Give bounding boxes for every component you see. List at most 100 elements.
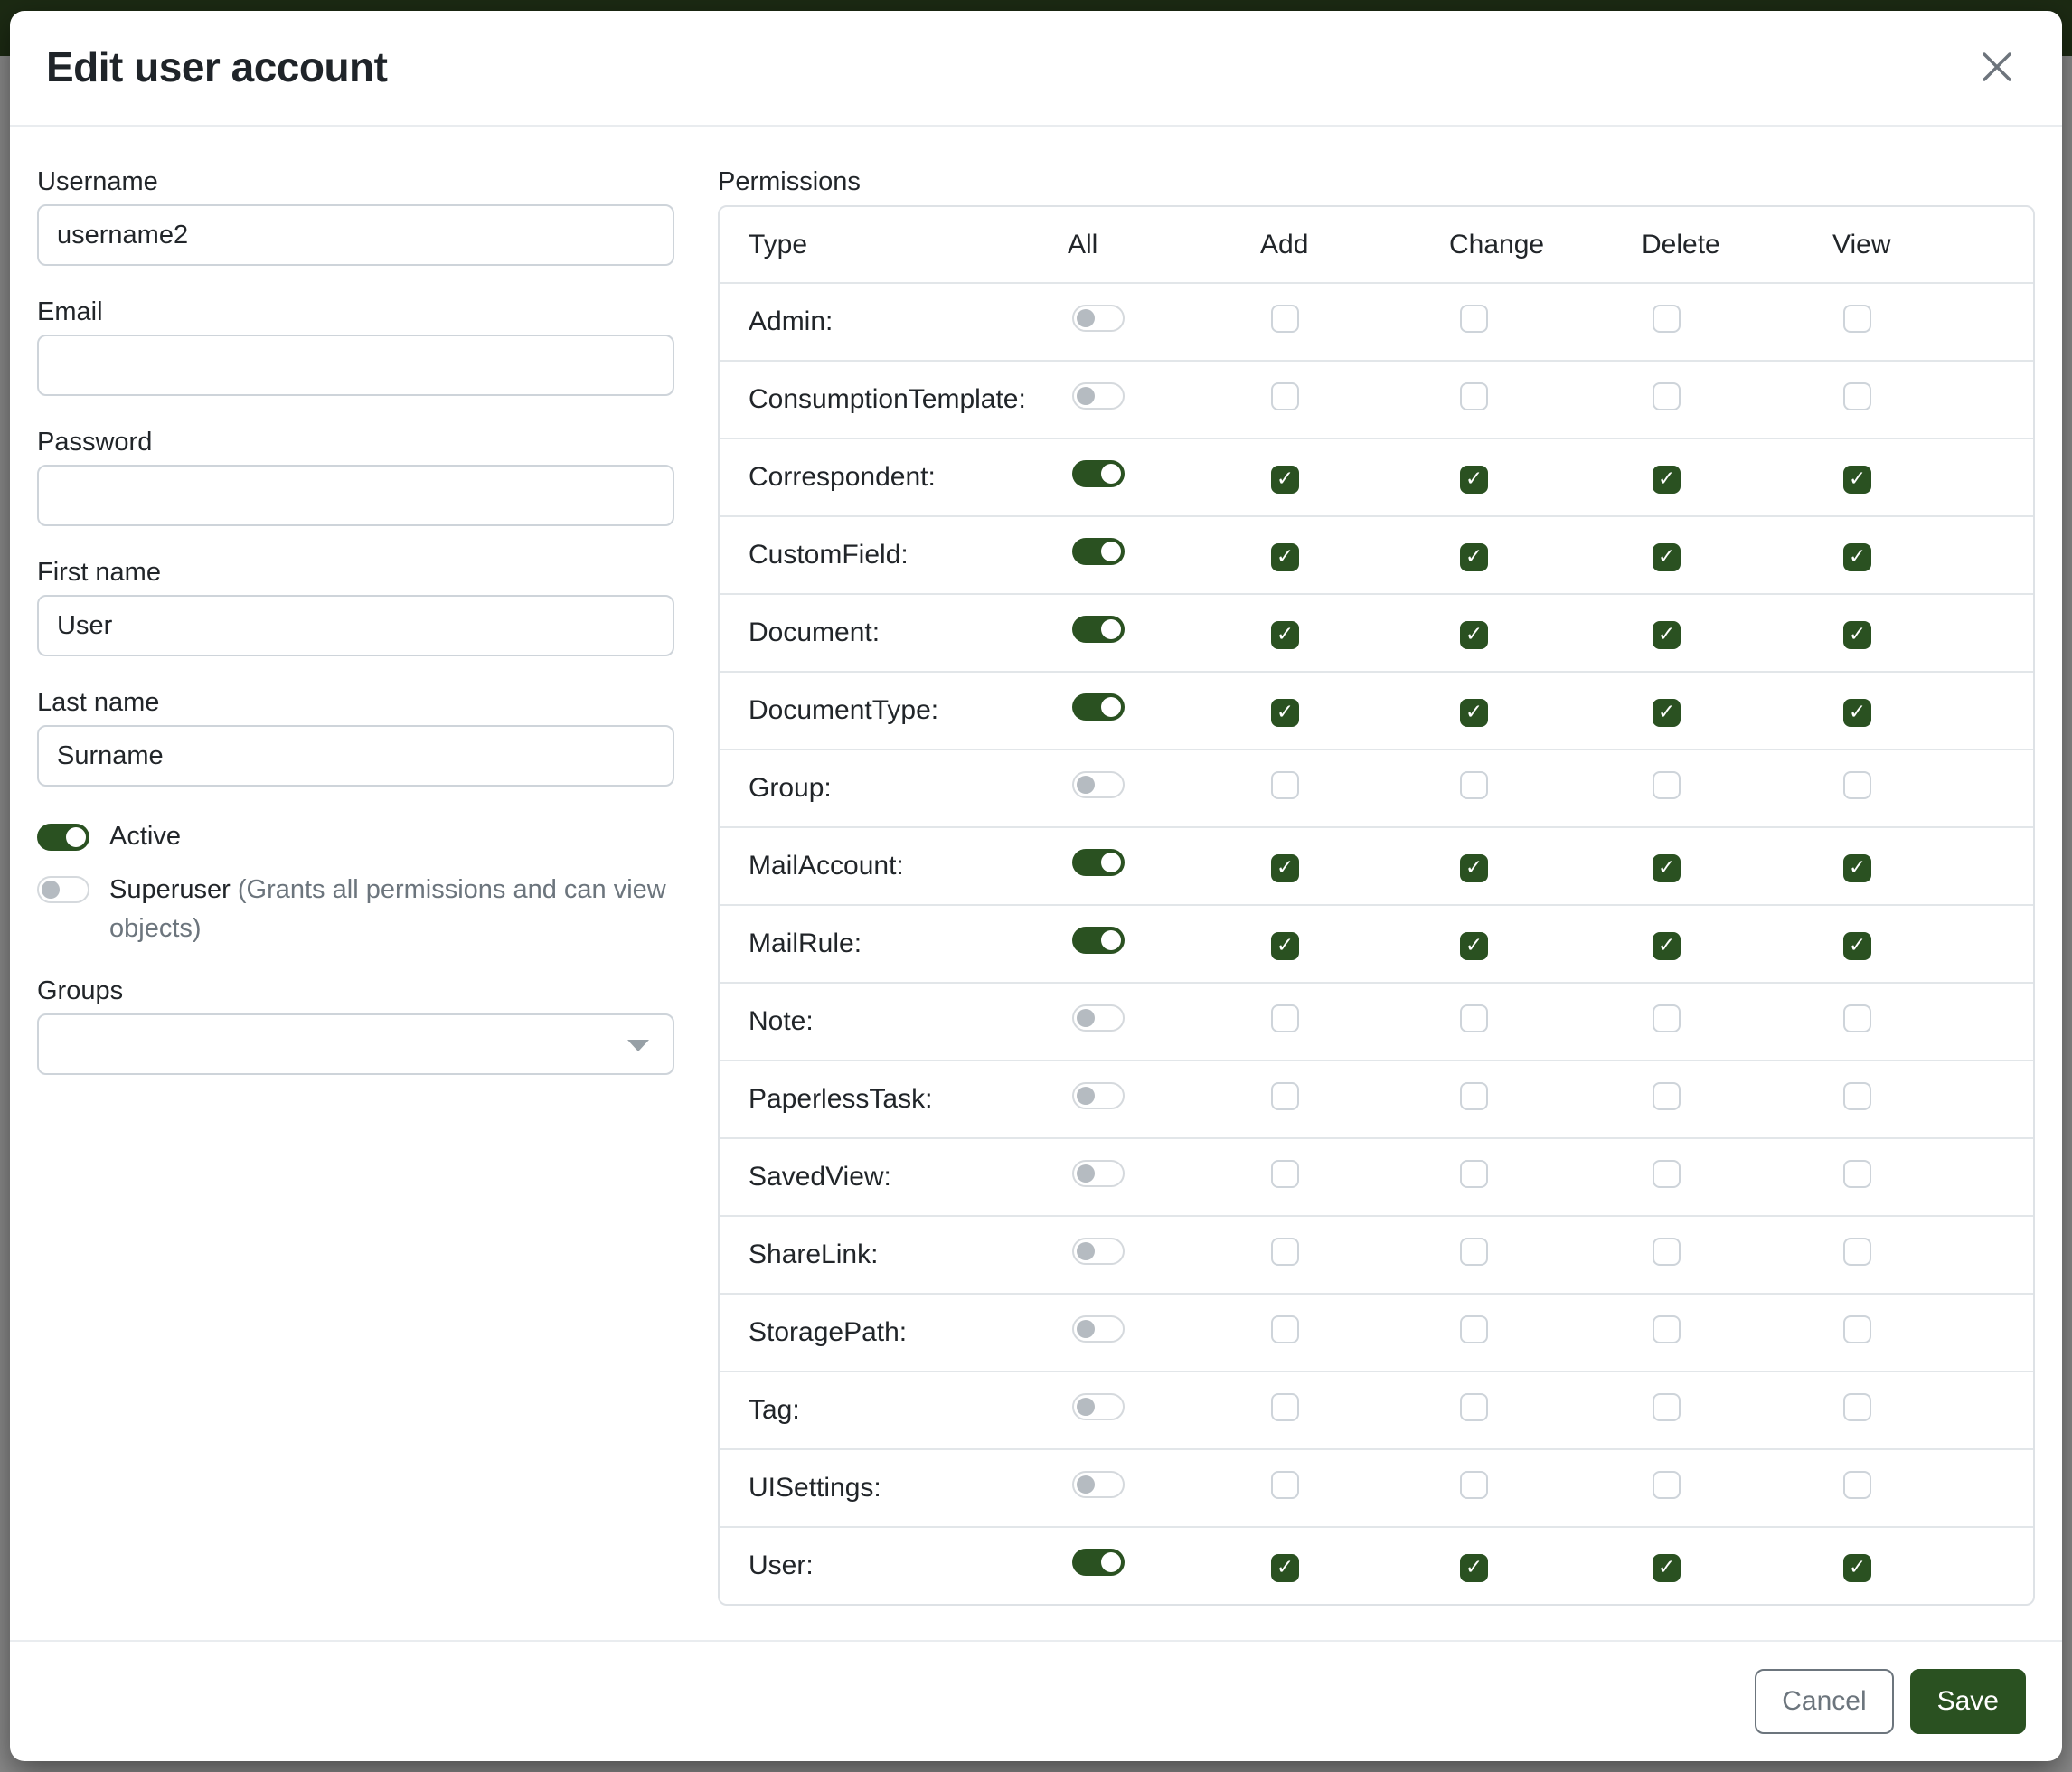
permission-delete-checkbox[interactable] — [1653, 466, 1681, 494]
permission-all-toggle[interactable] — [1072, 382, 1125, 410]
permission-delete-checkbox[interactable] — [1653, 1393, 1681, 1421]
permission-delete-checkbox[interactable] — [1653, 699, 1681, 727]
permission-view-checkbox[interactable] — [1843, 1315, 1871, 1343]
permission-all-toggle[interactable] — [1072, 1238, 1125, 1265]
permission-change-checkbox[interactable] — [1460, 1554, 1488, 1582]
permission-add-checkbox[interactable] — [1271, 932, 1299, 960]
permission-change-checkbox[interactable] — [1460, 1315, 1488, 1343]
permission-delete-checkbox[interactable] — [1653, 1471, 1681, 1499]
permission-delete-checkbox[interactable] — [1653, 1554, 1681, 1582]
permission-add-checkbox[interactable] — [1271, 466, 1299, 494]
permission-delete-checkbox[interactable] — [1653, 1004, 1681, 1032]
permission-add-checkbox[interactable] — [1271, 382, 1299, 410]
active-toggle[interactable] — [37, 824, 89, 851]
permission-all-toggle[interactable] — [1072, 538, 1125, 565]
permission-delete-checkbox[interactable] — [1653, 305, 1681, 333]
groups-select[interactable] — [37, 1013, 674, 1075]
email-field[interactable] — [37, 335, 674, 396]
permission-add-checkbox[interactable] — [1271, 1082, 1299, 1110]
permission-change-checkbox[interactable] — [1460, 932, 1488, 960]
permission-add-checkbox[interactable] — [1271, 305, 1299, 333]
permission-delete-checkbox[interactable] — [1653, 1082, 1681, 1110]
permission-add-checkbox[interactable] — [1271, 1471, 1299, 1499]
permission-all-toggle[interactable] — [1072, 1549, 1125, 1576]
permission-add-checkbox[interactable] — [1271, 854, 1299, 882]
permission-view-checkbox[interactable] — [1843, 699, 1871, 727]
permission-view-checkbox[interactable] — [1843, 1082, 1871, 1110]
permission-all-toggle[interactable] — [1072, 616, 1125, 643]
permission-add-checkbox[interactable] — [1271, 1238, 1299, 1266]
permission-all-toggle[interactable] — [1072, 305, 1125, 332]
permission-change-checkbox[interactable] — [1460, 1471, 1488, 1499]
permission-delete-checkbox[interactable] — [1653, 1315, 1681, 1343]
permission-view-checkbox[interactable] — [1843, 1393, 1871, 1421]
permission-view-checkbox[interactable] — [1843, 382, 1871, 410]
superuser-toggle[interactable] — [37, 876, 89, 903]
permission-add-checkbox[interactable] — [1271, 1554, 1299, 1582]
permission-view-checkbox[interactable] — [1843, 543, 1871, 571]
permission-add-checkbox[interactable] — [1271, 1004, 1299, 1032]
close-button[interactable] — [1972, 42, 2022, 92]
permission-all-toggle[interactable] — [1072, 1004, 1125, 1032]
permission-change-checkbox[interactable] — [1460, 382, 1488, 410]
permission-all-toggle[interactable] — [1072, 1082, 1125, 1109]
save-button[interactable]: Save — [1910, 1669, 2026, 1734]
permission-delete-checkbox[interactable] — [1653, 1238, 1681, 1266]
permission-change-checkbox[interactable] — [1460, 1160, 1488, 1188]
permission-view-checkbox[interactable] — [1843, 1471, 1871, 1499]
permission-all-toggle[interactable] — [1072, 460, 1125, 487]
permission-add-checkbox[interactable] — [1271, 621, 1299, 649]
permission-change-checkbox[interactable] — [1460, 1393, 1488, 1421]
permission-delete-checkbox[interactable] — [1653, 621, 1681, 649]
permission-view-checkbox[interactable] — [1843, 1554, 1871, 1582]
permission-delete-checkbox[interactable] — [1653, 771, 1681, 799]
permission-change-checkbox[interactable] — [1460, 1082, 1488, 1110]
permission-delete-checkbox[interactable] — [1653, 854, 1681, 882]
permission-delete-checkbox[interactable] — [1653, 1160, 1681, 1188]
permission-change-checkbox[interactable] — [1460, 1004, 1488, 1032]
permission-add-checkbox[interactable] — [1271, 543, 1299, 571]
permission-change-checkbox[interactable] — [1460, 771, 1488, 799]
toggle-knob — [1101, 930, 1121, 950]
password-field[interactable] — [37, 465, 674, 526]
permission-view-checkbox[interactable] — [1843, 466, 1871, 494]
permission-view-checkbox[interactable] — [1843, 1160, 1871, 1188]
permission-all-toggle[interactable] — [1072, 1471, 1125, 1498]
permission-view-checkbox[interactable] — [1843, 1004, 1871, 1032]
first-name-field[interactable] — [37, 595, 674, 656]
cancel-button[interactable]: Cancel — [1755, 1669, 1893, 1734]
permission-change-checkbox[interactable] — [1460, 854, 1488, 882]
permission-delete-checkbox[interactable] — [1653, 382, 1681, 410]
permission-change-checkbox[interactable] — [1460, 466, 1488, 494]
permission-view-checkbox[interactable] — [1843, 771, 1871, 799]
permission-add-checkbox[interactable] — [1271, 1160, 1299, 1188]
permission-view-checkbox[interactable] — [1843, 932, 1871, 960]
permission-change-checkbox[interactable] — [1460, 699, 1488, 727]
permission-add-checkbox[interactable] — [1271, 699, 1299, 727]
permission-add-checkbox[interactable] — [1271, 1315, 1299, 1343]
permission-all-toggle[interactable] — [1072, 693, 1125, 721]
permission-all-toggle[interactable] — [1072, 1315, 1125, 1343]
permission-change-checkbox[interactable] — [1460, 305, 1488, 333]
permission-add-checkbox[interactable] — [1271, 771, 1299, 799]
permission-add-checkbox[interactable] — [1271, 1393, 1299, 1421]
permission-delete-checkbox[interactable] — [1653, 932, 1681, 960]
permission-view-checkbox[interactable] — [1843, 1238, 1871, 1266]
permission-change-checkbox[interactable] — [1460, 621, 1488, 649]
permission-view-checkbox[interactable] — [1843, 621, 1871, 649]
permission-row: Group: — [720, 749, 2033, 826]
permission-all-toggle[interactable] — [1072, 849, 1125, 876]
permission-view-checkbox[interactable] — [1843, 305, 1871, 333]
permission-change-checkbox[interactable] — [1460, 543, 1488, 571]
permission-all-toggle[interactable] — [1072, 771, 1125, 798]
permission-all-toggle[interactable] — [1072, 1393, 1125, 1420]
permission-all-toggle[interactable] — [1072, 927, 1125, 954]
permission-view-checkbox[interactable] — [1843, 854, 1871, 882]
permission-all-toggle[interactable] — [1072, 1160, 1125, 1187]
permission-row: SavedView: — [720, 1137, 2033, 1215]
permission-change-checkbox[interactable] — [1460, 1238, 1488, 1266]
last-name-field[interactable] — [37, 725, 674, 787]
permission-delete-checkbox[interactable] — [1653, 543, 1681, 571]
username-input[interactable] — [37, 204, 674, 266]
dialog-body: Username Email Password First name Last … — [10, 127, 2062, 1640]
